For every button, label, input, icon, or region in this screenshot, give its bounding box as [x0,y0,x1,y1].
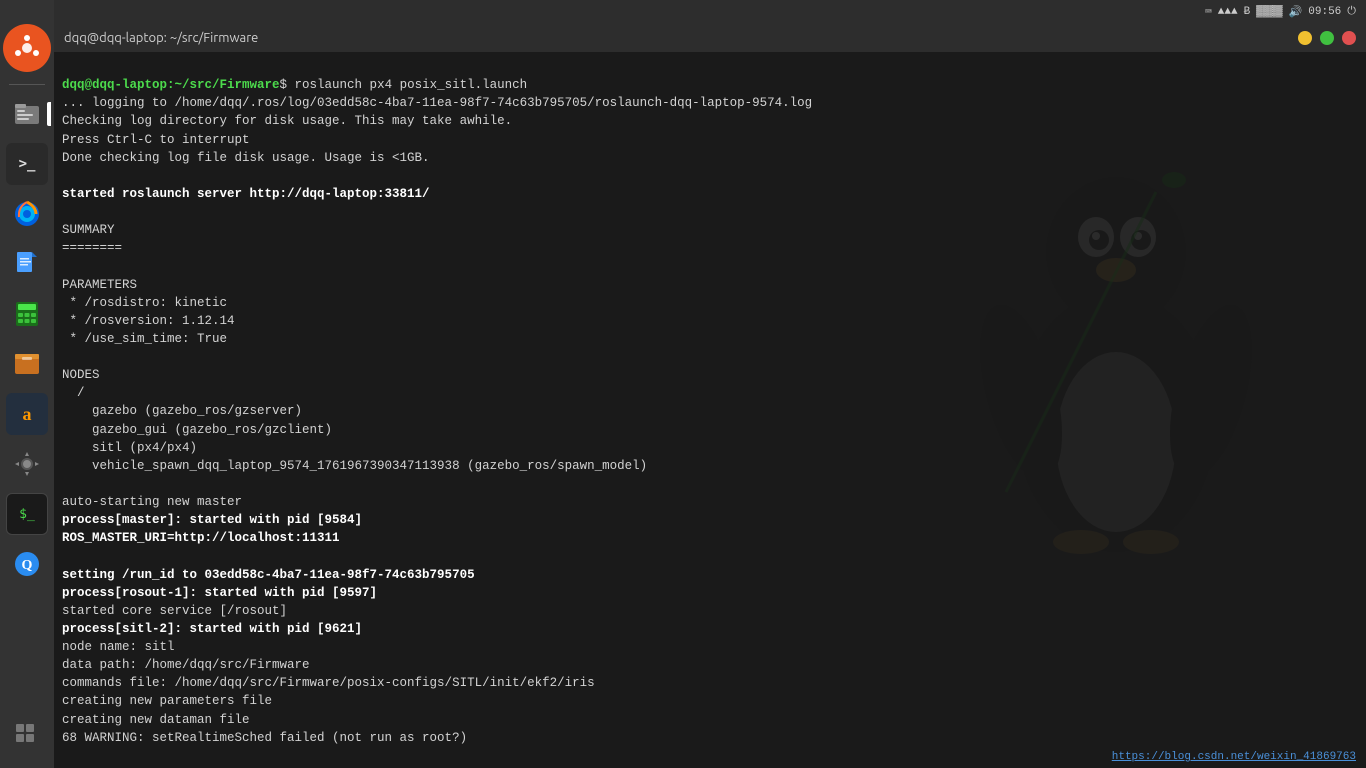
minimize-btn[interactable] [1298,31,1312,45]
prompt: dqq@dqq-laptop:~/src/Firmware [62,78,280,92]
line-20: ROS_MASTER_URI=http://localhost:11311 [62,531,340,545]
launcher-icon[interactable] [6,714,48,756]
archive-svg [13,350,41,378]
power-icon[interactable]: ⏻ [1347,6,1356,18]
line-28: creating new parameters file [62,694,272,708]
line-30: 68 WARNING: setRealtimeSched failed (not… [62,731,467,745]
taskbar-bottom [0,710,54,768]
line-12: NODES [62,368,100,382]
svg-text:Q: Q [22,558,33,573]
line-16: sitl (px4/px4) [62,441,197,455]
firefox-svg [12,199,42,229]
bottom-bar: https://blog.csdn.net/weixin_41869763 [54,746,1366,768]
line-21: setting /run_id to 03edd58c-4ba7-11ea-98… [62,568,475,582]
line-6: SUMMARY [62,223,115,237]
maximize-btn[interactable] [1320,31,1334,45]
battery-icon[interactable]: ▓▓▓▓ [1256,6,1282,18]
url-link[interactable]: https://blog.csdn.net/weixin_41869763 [1112,751,1356,763]
document-icon[interactable] [6,243,48,285]
terminal-window[interactable]: dqq@dqq-laptop:~/src/Firmware$ roslaunch… [54,52,1366,746]
line-26: data path: /home/dqq/src/Firmware [62,658,310,672]
system-tray: ⌨ ▲▲▲ Ƀ ▓▓▓▓ 🔊 09:56 ⏻ [54,0,1366,24]
line-22: process[rosout-1]: started with pid [959… [62,586,377,600]
line-13: / [62,386,85,400]
terminal-output: dqq@dqq-laptop:~/src/Firmware$ roslaunch… [62,58,1358,746]
active-indicator [47,102,51,126]
line-27: commands file: /home/dqq/src/Firmware/po… [62,676,595,690]
line-11: * /use_sim_time: True [62,332,227,346]
line-2: Checking log directory for disk usage. T… [62,114,512,128]
wifi-icon[interactable]: ▲▲▲ [1218,6,1238,18]
line-18: auto-starting new master [62,495,242,509]
line-15: gazebo_gui (gazebo_ros/gzclient) [62,423,332,437]
keyboard-icon[interactable]: ⌨ [1205,5,1212,19]
ubuntu-svg [13,34,41,62]
titlebar: dqq@dqq-laptop: ~/src/Firmware [54,24,1366,52]
line-4: Done checking log file disk usage. Usage… [62,151,430,165]
calc-svg [13,300,41,328]
files-svg [12,99,42,129]
line-10: * /rosversion: 1.12.14 [62,314,235,328]
line-14: gazebo (gazebo_ros/gzserver) [62,404,302,418]
divider-1 [9,84,45,85]
taskbar: >_ [0,0,54,768]
line-1: ... logging to /home/dqq/.ros/log/03edd5… [62,96,812,110]
dollar-sign: $ roslaunch px4 posix_sitl.launch [280,78,528,92]
volume-icon[interactable]: 🔊 [1289,5,1303,19]
calc-icon[interactable] [6,293,48,335]
qbittorrent-icon[interactable]: Q [6,543,48,585]
archive-icon[interactable] [6,343,48,385]
files-icon[interactable] [6,93,48,135]
main-area: dqq@dqq-laptop: ~/src/Firmware [54,24,1366,768]
line-25: node name: sitl [62,640,175,654]
line-29: creating new dataman file [62,713,250,727]
bluetooth-icon[interactable]: Ƀ [1244,6,1251,18]
qbit-svg: Q [13,550,41,578]
terminal-icon[interactable]: >_ [6,143,48,185]
doc-svg [13,250,41,278]
amazon-icon[interactable]: a [6,393,48,435]
line-9: * /rosdistro: kinetic [62,296,227,310]
line-5: started roslaunch server http://dqq-lapt… [62,187,430,201]
line-3: Press Ctrl-C to interrupt [62,133,250,147]
clock: 09:56 [1308,6,1341,18]
firefox-icon[interactable] [6,193,48,235]
terminal2-icon[interactable]: $_ [6,493,48,535]
line-19: process[master]: started with pid [9584] [62,513,362,527]
close-btn[interactable] [1342,31,1356,45]
line-23: started core service [/rosout] [62,604,287,618]
window-controls [1298,31,1356,45]
line-8: PARAMETERS [62,278,137,292]
settings-icon[interactable] [6,443,48,485]
line-7: ======== [62,241,122,255]
ubuntu-logo-icon[interactable] [3,24,51,72]
line-17: vehicle_spawn_dqq_laptop_9574_1761967390… [62,459,647,473]
line-24: process[sitl-2]: started with pid [9621] [62,622,362,636]
launcher-svg [13,721,41,749]
settings-svg [13,450,41,478]
window-title: dqq@dqq-laptop: ~/src/Firmware [64,31,1298,45]
